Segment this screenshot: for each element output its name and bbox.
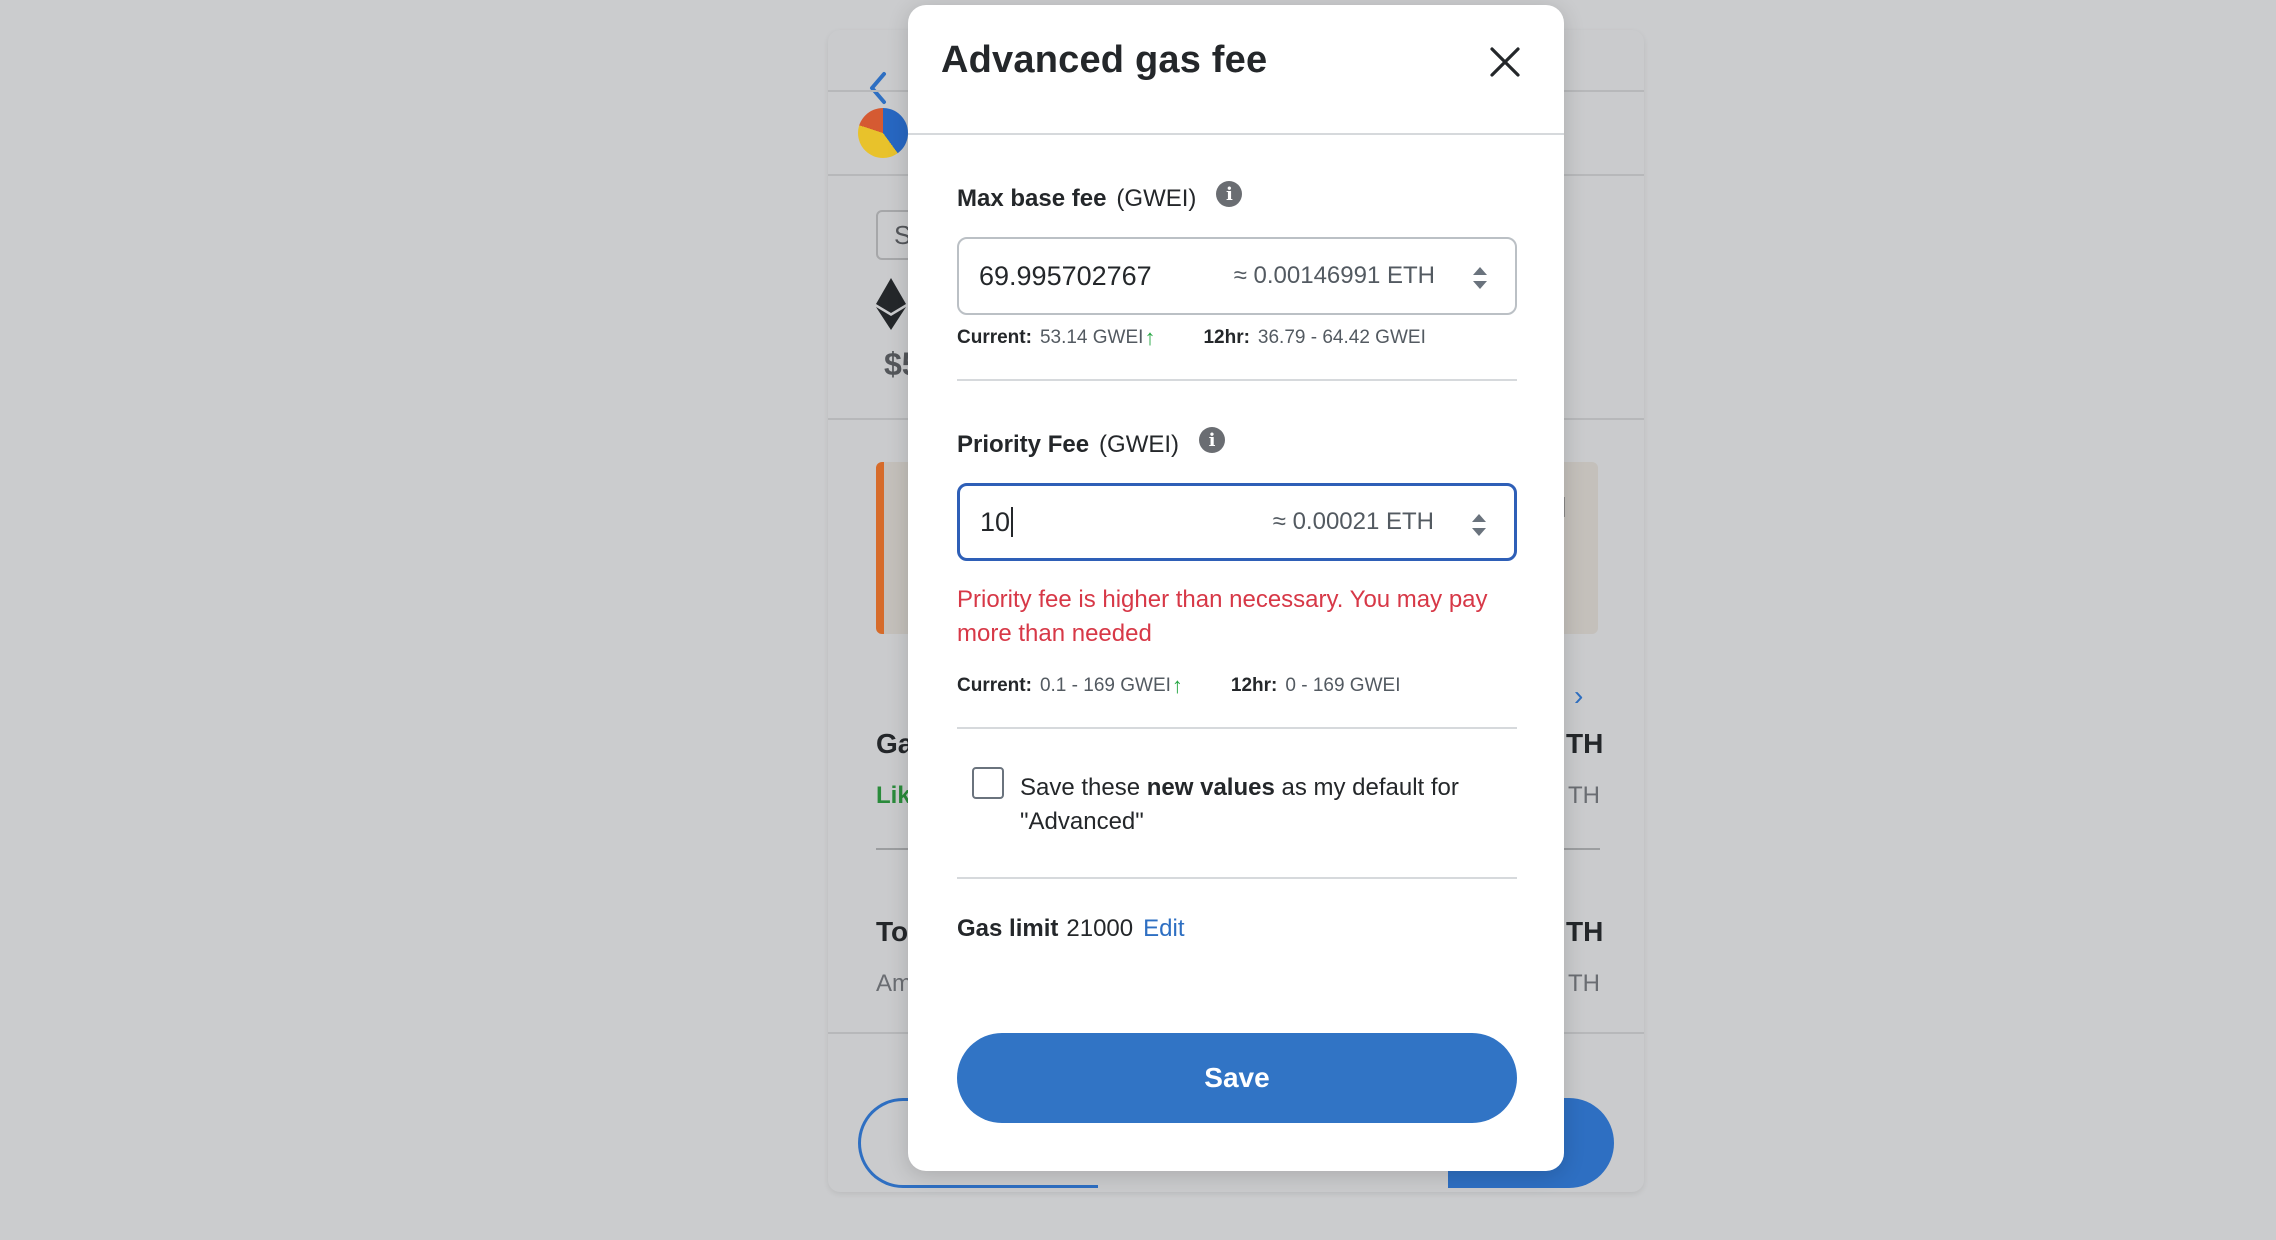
priority-fee-unit: (GWEI) [1099,431,1180,458]
current-base-fee-value: 53.14 GWEI [1039,327,1144,348]
current-priority-fee-value: 0.1 - 169 GWEI [1039,675,1171,696]
trend-up-icon: ↑ [1144,325,1156,350]
save-default-label[interactable]: Save these new values as my default for … [1020,771,1500,839]
max-base-fee-eth-approx: ≈ 0.00146991 ETH [1233,262,1435,289]
gas-limit-row: Gas limit 21000 Edit [957,915,1184,943]
max-base-fee-input-box[interactable]: 69.995702767 ≈ 0.00146991 ETH [957,237,1517,315]
bg-gas-value: TH [1566,728,1604,759]
history-base-fee-value: 36.79 - 64.42 GWEI [1257,327,1426,348]
modal-title: Advanced gas fee [941,39,1268,81]
priority-fee-title: Priority Fee [957,431,1090,458]
info-icon[interactable]: i [1199,427,1226,453]
stepper-arrows-icon [1472,514,1486,536]
bg-chevron-right-icon: › [1574,680,1584,711]
gas-limit-edit-link[interactable]: Edit [1143,915,1184,943]
priority-fee-error: Priority fee is higher than necessary. Y… [957,586,1488,647]
priority-fee-stats: Current: 0.1 - 169 GWEI ↑ 12hr: 0 - 169 … [957,675,1400,697]
max-base-fee-label: Max base fee (GWEI) i [957,181,1243,213]
max-base-fee-input[interactable]: 69.995702767 [979,239,1229,313]
advanced-gas-fee-modal: Advanced gas fee Max base fee (GWEI) i 6… [908,5,1564,1171]
info-icon[interactable]: i [1216,181,1243,207]
ethereum-icon [876,278,906,330]
back-chevron-icon [864,68,892,108]
section-divider [957,727,1517,729]
max-base-fee-stepper[interactable] [1467,261,1493,295]
bg-amount-sub-value: TH [1568,970,1600,997]
bg-likely-label: Lik [876,782,911,809]
save-default-checkbox[interactable] [972,767,1004,799]
close-button[interactable] [1484,41,1526,83]
trend-up-icon: ↑ [1171,673,1183,698]
bg-total-label: To [876,916,909,947]
max-base-fee-unit: (GWEI) [1116,185,1197,212]
history-label: 12hr: [1230,675,1278,696]
priority-fee-label: Priority Fee (GWEI) i [957,427,1226,459]
gas-limit-value: 21000 [1066,915,1134,942]
section-divider [957,379,1517,381]
bg-amount-label: Am [876,970,912,997]
priority-fee-stepper[interactable] [1466,508,1492,542]
bg-gas-sub-value: TH [1568,782,1600,809]
close-icon [1490,47,1520,77]
modal-header: Advanced gas fee [908,5,1564,135]
text-caret [1011,507,1014,537]
save-button[interactable]: Save [957,1033,1517,1123]
history-priority-fee-value: 0 - 169 GWEI [1285,675,1401,696]
section-divider [957,877,1517,879]
max-base-fee-stats: Current: 53.14 GWEI ↑ 12hr: 36.79 - 64.4… [957,327,1426,349]
history-label: 12hr: [1203,327,1250,348]
bg-total-value: TH [1566,916,1604,947]
current-label: Current: [957,327,1032,348]
priority-fee-eth-approx: ≈ 0.00021 ETH [1272,508,1434,535]
gas-limit-label: Gas limit [957,915,1059,942]
priority-fee-input[interactable]: 10 [980,486,1230,558]
current-label: Current: [957,675,1032,696]
stepper-arrows-icon [1473,267,1487,289]
max-base-fee-title: Max base fee [957,185,1107,212]
priority-fee-input-box[interactable]: 10 ≈ 0.00021 ETH [957,483,1517,561]
account-avatar [858,108,908,158]
